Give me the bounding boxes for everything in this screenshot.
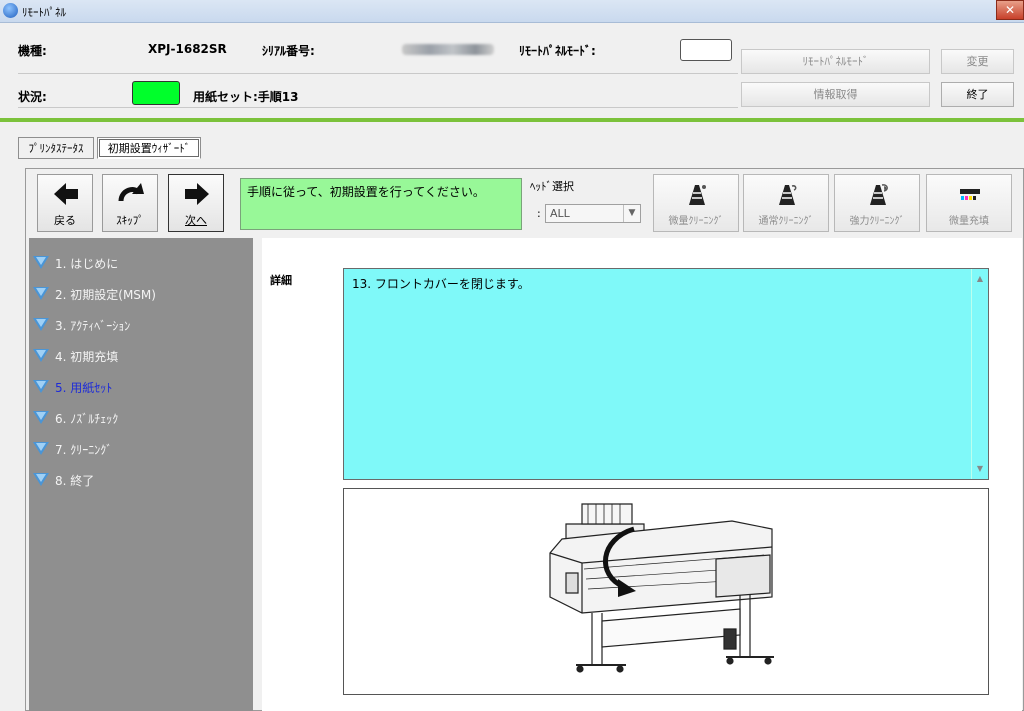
model-value: XPJ-1682SR — [148, 42, 227, 56]
step-list: 1. はじめに 2. 初期設定(MSM) 3. ｱｸﾃｨﾍﾞｰｼｮﾝ 4. 初期… — [29, 238, 253, 711]
strong-cleaning-button[interactable]: 強力ｸﾘｰﾆﾝｸﾞ — [834, 174, 920, 232]
arrow-right-icon — [185, 183, 209, 205]
chevron-down-icon[interactable]: ▼ — [623, 205, 640, 222]
skip-button[interactable]: ｽｷｯﾌﾟ — [102, 174, 158, 232]
triangle-down-icon — [33, 318, 49, 331]
serial-label: ｼﾘｱﾙ番号: — [262, 44, 315, 58]
triangle-down-icon — [33, 380, 49, 393]
step-label: 8. 終了 — [55, 474, 95, 488]
accent-line — [0, 118, 1024, 122]
status-label: 状況: — [18, 90, 47, 104]
close-window-button[interactable]: ✕ — [996, 0, 1024, 20]
head-cleaning-normal-icon — [779, 185, 797, 205]
detail-label: 詳細 — [270, 274, 292, 287]
light-cleaning-label: 微量ｸﾘｰﾆﾝｸﾞ — [668, 216, 724, 227]
triangle-down-icon — [33, 411, 49, 424]
detail-scrollbar[interactable]: ▲ ▼ — [971, 269, 988, 479]
scroll-up-icon[interactable]: ▲ — [972, 271, 988, 287]
step-label: 3. ｱｸﾃｨﾍﾞｰｼｮﾝ — [55, 319, 131, 333]
app-logo-icon — [3, 3, 18, 18]
back-label: 戻る — [54, 214, 76, 227]
redo-arrow-icon — [118, 183, 144, 202]
triangle-down-icon — [33, 473, 49, 486]
triangle-down-icon — [33, 287, 49, 300]
arrow-left-icon — [54, 183, 78, 205]
title-bar: ﾘﾓｰﾄﾊﾟﾈﾙ ✕ — [0, 0, 1024, 23]
triangle-down-icon — [33, 442, 49, 455]
remote-mode-button[interactable]: ﾘﾓｰﾄﾊﾟﾈﾙﾓｰﾄﾞ — [741, 49, 930, 74]
triangle-down-icon — [33, 349, 49, 362]
triangle-down-icon — [33, 256, 49, 269]
head-cleaning-strong-icon — [870, 184, 888, 205]
printer-close-cover-illustration — [549, 503, 774, 673]
window-title: ﾘﾓｰﾄﾊﾟﾈﾙ — [22, 6, 66, 19]
head-cleaning-light-icon — [689, 185, 706, 205]
remote-mode-label: ﾘﾓｰﾄﾊﾟﾈﾙﾓｰﾄﾞ: — [519, 44, 596, 58]
serial-value-redacted — [402, 44, 494, 55]
head-select-dropdown[interactable]: ALL ▼ — [545, 204, 641, 223]
normal-cleaning-label: 通常ｸﾘｰﾆﾝｸﾞ — [758, 216, 814, 227]
header-divider-2 — [18, 107, 738, 108]
step-label: 7. ｸﾘｰﾆﾝｸﾞ — [55, 443, 113, 457]
head-select-label: ﾍｯﾄﾞ選択 — [530, 180, 574, 193]
wizard-message: 手順に従って、初期設置を行ってください。 — [240, 178, 522, 230]
skip-label: ｽｷｯﾌﾟ — [116, 214, 144, 227]
tab-printer-status[interactable]: ﾌﾟﾘﾝﾀｽﾃｰﾀｽ — [18, 137, 94, 159]
header-divider — [18, 73, 738, 74]
step-label: 6. ﾉｽﾞﾙﾁｪｯｸ — [55, 412, 119, 426]
model-label: 機種: — [18, 44, 47, 58]
step-label: 5. 用紙ｾｯﾄ — [55, 381, 113, 395]
scroll-down-icon[interactable]: ▼ — [972, 461, 988, 477]
step-label: 4. 初期充填 — [55, 350, 119, 364]
remote-mode-indicator — [680, 39, 732, 61]
head-select-colon: : — [537, 207, 541, 220]
ink-fill-label: 微量充填 — [949, 216, 989, 227]
detail-text: 13. フロントカバーを閉じます。 — [352, 277, 530, 291]
detail-textbox[interactable]: 13. フロントカバーを閉じます。 ▲ ▼ — [343, 268, 989, 480]
ink-fill-button[interactable]: 微量充填 — [926, 174, 1012, 232]
ink-fill-icon — [960, 189, 980, 200]
step-label: 2. 初期設定(MSM) — [55, 288, 156, 302]
change-button[interactable]: 変更 — [941, 49, 1014, 74]
next-label: 次へ — [185, 214, 207, 227]
status-text: 用紙セット:手順13 — [193, 90, 299, 104]
light-cleaning-button[interactable]: 微量ｸﾘｰﾆﾝｸﾞ — [653, 174, 739, 232]
exit-button[interactable]: 終了 — [941, 82, 1014, 107]
step-label: 1. はじめに — [55, 257, 119, 271]
back-button[interactable]: 戻る — [37, 174, 93, 232]
status-indicator — [132, 81, 180, 105]
strong-cleaning-label: 強力ｸﾘｰﾆﾝｸﾞ — [849, 216, 905, 227]
instruction-image-frame — [343, 488, 989, 695]
head-select-value: ALL — [550, 207, 570, 220]
next-button[interactable]: 次へ — [168, 174, 224, 232]
get-info-button[interactable]: 情報取得 — [741, 82, 930, 107]
tab-setup-wizard[interactable]: 初期設置ｳｨｻﾞｰﾄﾞ — [97, 137, 201, 159]
normal-cleaning-button[interactable]: 通常ｸﾘｰﾆﾝｸﾞ — [743, 174, 829, 232]
